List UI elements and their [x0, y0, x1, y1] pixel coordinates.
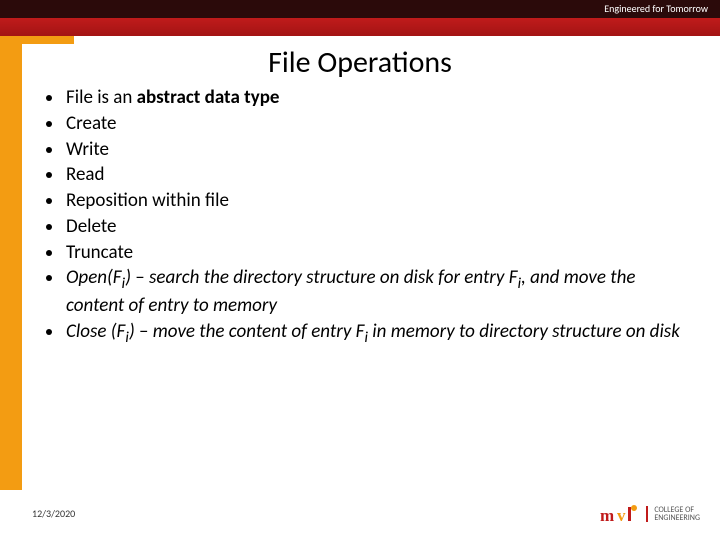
bullet-list: File is an abstract data type Create Wri…: [40, 86, 680, 349]
list-item: Write: [64, 138, 680, 162]
footer-logo: m v COLLEGE OF ENGINEERING: [600, 500, 700, 528]
list-item: Close (Fi) – move the content of entry F…: [64, 320, 680, 348]
bullet-text: Open(F: [66, 266, 122, 289]
decoration-left-orange: [0, 36, 22, 490]
list-item: Read: [64, 163, 680, 187]
bullet-text: Delete: [66, 215, 116, 238]
bullet-text: Write: [66, 138, 109, 161]
logo-icon: m v: [600, 500, 640, 528]
bullet-text-bold: abstract data type: [137, 86, 280, 109]
bullet-text: search the directory structure on disk f…: [145, 266, 518, 289]
list-item: Delete: [64, 215, 680, 239]
bullet-text: ): [129, 320, 139, 343]
svg-text:v: v: [617, 506, 626, 525]
bullet-text: Read: [66, 163, 105, 186]
bullet-dash: –: [135, 266, 144, 289]
list-item: Reposition within file: [64, 189, 680, 213]
svg-text:m: m: [600, 506, 614, 525]
bullet-text: File is an: [66, 86, 137, 109]
logo-text: COLLEGE OF ENGINEERING: [646, 506, 700, 522]
bullet-text: Reposition within file: [66, 189, 229, 212]
footer-date: 12/3/2020: [32, 507, 75, 520]
list-item: File is an abstract data type: [64, 86, 680, 110]
list-item: Create: [64, 112, 680, 136]
bullet-text: in memory to directory structure on disk: [368, 320, 680, 343]
bullet-text: Close (F: [66, 320, 125, 343]
decoration-top-red: [0, 18, 720, 36]
bullet-text: Create: [66, 112, 117, 135]
list-item: Truncate: [64, 241, 680, 265]
bullet-text: ): [125, 266, 135, 289]
header-tagline: Engineered for Tomorrow: [604, 0, 708, 18]
list-item: Open(Fi) – search the directory structur…: [64, 266, 680, 317]
page-title: File Operations: [0, 44, 720, 81]
bullet-text: move the content of entry F: [148, 320, 364, 343]
logo-line2: ENGINEERING: [654, 514, 700, 522]
bullet-text: Truncate: [66, 241, 133, 264]
